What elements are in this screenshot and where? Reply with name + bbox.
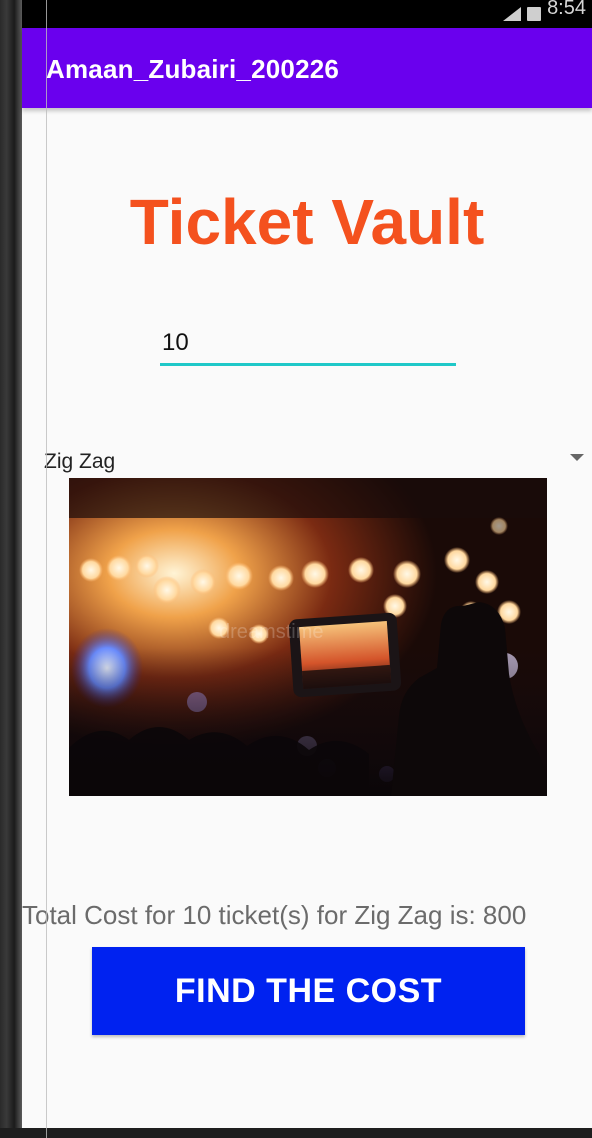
find-the-cost-button[interactable]: FIND THE COST (92, 947, 525, 1035)
svg-text:dreamstime: dreamstime (219, 621, 323, 643)
phone-bezel-bottom (0, 1128, 592, 1138)
result-text: Total Cost for 10 ticket(s) for Zig Zag … (22, 900, 527, 930)
device-screen: 8:54 Amaan_Zubairi_200226 Ticket Vault Z… (0, 0, 592, 1138)
event-spinner-value: Zig Zag (44, 450, 116, 473)
status-clock: 8:54 (547, 0, 586, 19)
event-spinner[interactable]: Zig Zag (44, 446, 584, 480)
page-title: Ticket Vault (129, 186, 485, 258)
battery-icon (527, 7, 542, 21)
main-content: Ticket Vault Zig Zag (22, 108, 592, 1128)
status-bar: 8:54 (22, 0, 592, 28)
concert-image: dreamstime (69, 478, 547, 796)
app-bar: Amaan_Zubairi_200226 (22, 28, 592, 108)
vertical-guide-line (46, 0, 47, 1138)
phone-bezel-left (0, 0, 22, 1138)
signal-icon (503, 7, 522, 21)
status-icons: 8:54 (503, 0, 586, 28)
ticket-quantity-input[interactable] (160, 322, 456, 366)
app-title: Amaan_Zubairi_200226 (46, 54, 340, 84)
dropdown-arrow-icon (570, 454, 584, 461)
